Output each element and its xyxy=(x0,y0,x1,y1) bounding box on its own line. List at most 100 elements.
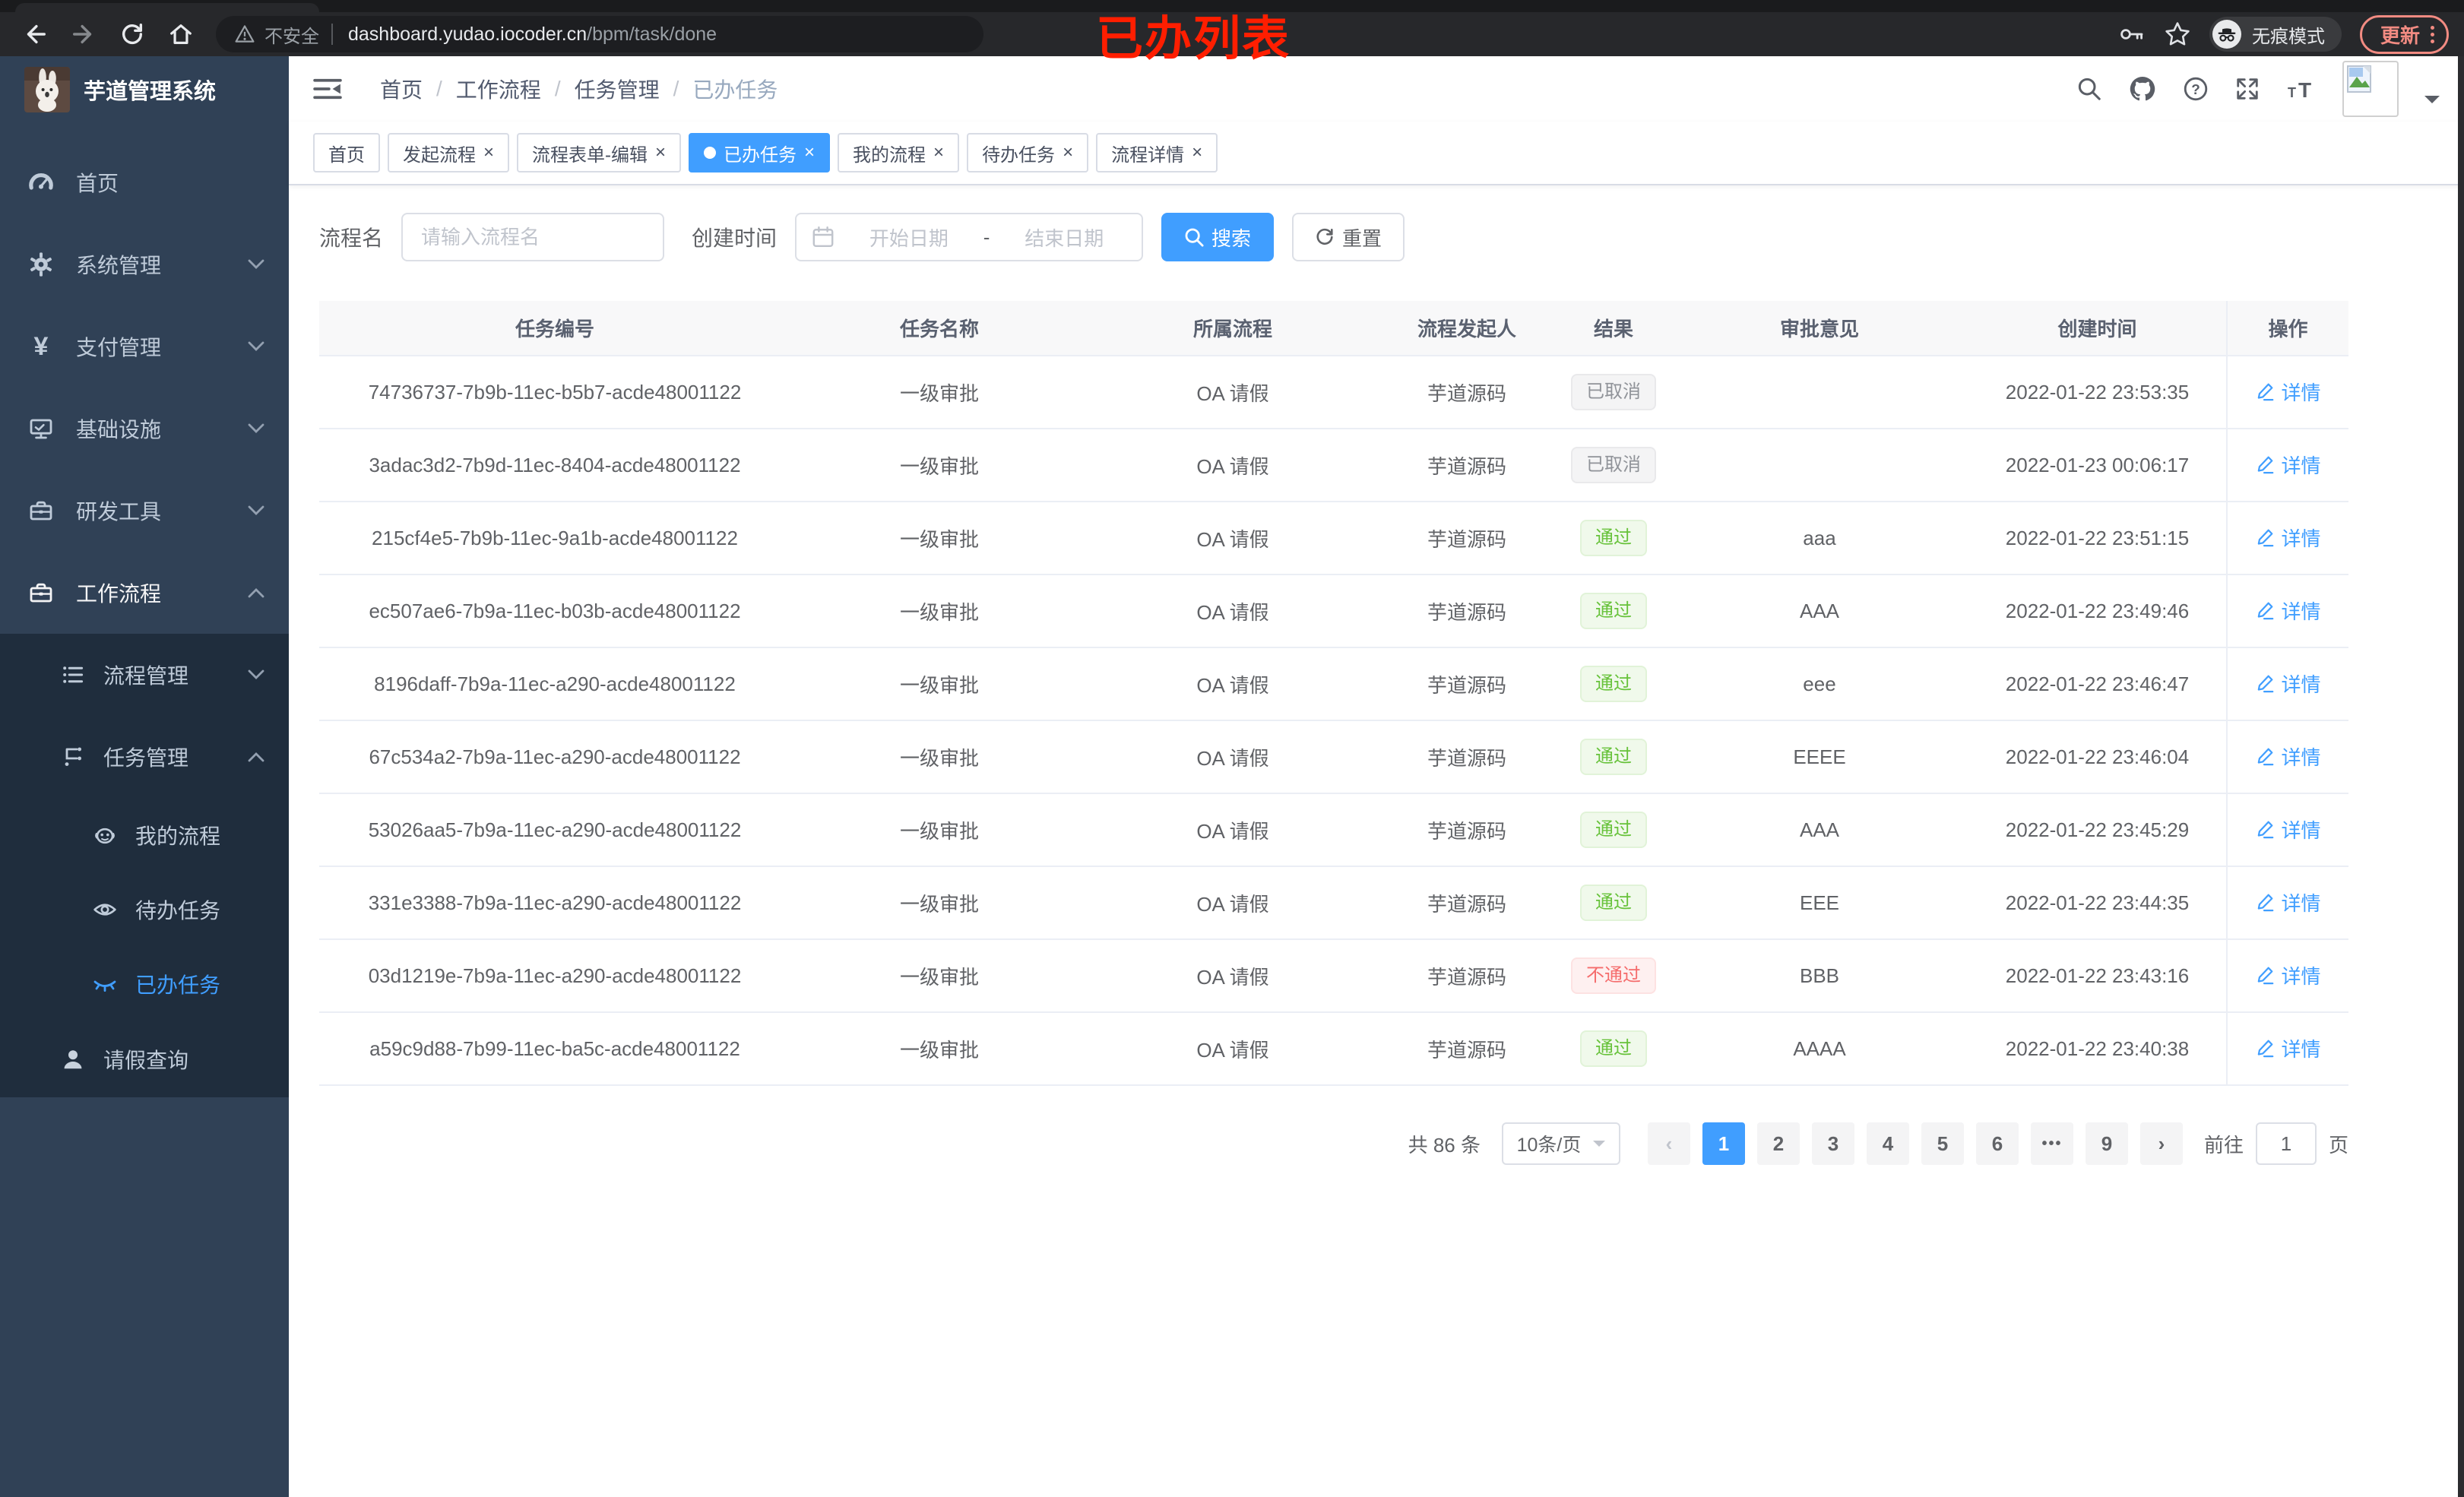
help-icon[interactable]: ? xyxy=(2183,76,2209,102)
detail-label: 详情 xyxy=(2281,818,2321,842)
tab-my-process[interactable]: 我的流程 × xyxy=(838,133,960,172)
detail-link[interactable]: 详情 xyxy=(2255,597,2321,625)
cell-task-name: 一级审批 xyxy=(790,939,1088,1013)
detail-link[interactable]: 详情 xyxy=(2255,815,2321,843)
user-menu-caret-icon[interactable] xyxy=(2424,96,2440,103)
browser-menu-icon[interactable] xyxy=(2431,25,2434,43)
search-icon[interactable] xyxy=(2076,76,2102,102)
detail-link[interactable]: 详情 xyxy=(2255,961,2321,989)
page-button-5[interactable]: 5 xyxy=(1921,1122,1964,1165)
breadcrumb-separator: / xyxy=(554,77,561,100)
yen-icon: ¥ xyxy=(33,332,49,361)
bookmark-star-icon[interactable] xyxy=(2164,21,2191,48)
breadcrumb-workflow[interactable]: 工作流程 xyxy=(456,74,541,104)
close-icon[interactable]: × xyxy=(655,144,666,162)
edit-icon xyxy=(2258,456,2274,474)
browser-forward-button[interactable] xyxy=(64,16,103,52)
fullscreen-icon[interactable] xyxy=(2234,76,2260,102)
toolbox-icon xyxy=(24,579,58,606)
close-icon[interactable]: × xyxy=(1192,144,1202,162)
page-button-3[interactable]: 3 xyxy=(1811,1122,1854,1165)
detail-link[interactable]: 详情 xyxy=(2255,524,2321,552)
avatar[interactable] xyxy=(2342,61,2399,117)
sidebar-item-task-mgmt[interactable]: 任务管理 xyxy=(0,716,289,798)
github-icon[interactable] xyxy=(2128,74,2157,103)
page-button-9[interactable]: 9 xyxy=(2085,1122,2128,1165)
detail-link[interactable]: 详情 xyxy=(2255,378,2321,406)
goto-page-input[interactable] xyxy=(2255,1122,2317,1165)
cell-process: OA 请假 xyxy=(1088,1012,1377,1086)
process-name-input[interactable] xyxy=(401,213,665,261)
sidebar-item-done-tasks[interactable]: 已办任务 xyxy=(0,947,289,1021)
browser-update-button[interactable]: 更新 xyxy=(2359,14,2449,54)
browser-back-button[interactable] xyxy=(15,16,55,52)
gear-icon xyxy=(24,251,58,278)
more-pages-button[interactable]: ••• xyxy=(2030,1122,2073,1165)
close-icon[interactable]: × xyxy=(933,144,944,162)
sidebar-item-todo-tasks[interactable]: 待办任务 xyxy=(0,872,289,947)
cell-task-id: 331e3388-7b9a-11ec-a290-acde48001122 xyxy=(319,866,790,940)
prev-page-button[interactable]: ‹ xyxy=(1647,1122,1690,1165)
cell-task-id: 74736737-7b9b-11ec-b5b7-acde48001122 xyxy=(319,356,790,429)
breadcrumb-home[interactable]: 首页 xyxy=(380,74,423,104)
detail-link[interactable]: 详情 xyxy=(2255,888,2321,916)
detail-link[interactable]: 详情 xyxy=(2255,451,2321,479)
cell-comment: AAA xyxy=(1671,574,1968,648)
tab-label: 我的流程 xyxy=(853,144,926,166)
sidebar-item-system[interactable]: 系统管理 xyxy=(0,223,289,305)
incognito-label: 无痕模式 xyxy=(2251,26,2325,47)
tab-process-form-edit[interactable]: 流程表单-编辑 × xyxy=(517,133,682,172)
date-range-picker[interactable]: 开始日期 - 结束日期 xyxy=(795,213,1144,261)
next-page-button[interactable]: › xyxy=(2139,1122,2183,1165)
browser-home-button[interactable] xyxy=(161,16,201,52)
col-starter: 流程发起人 xyxy=(1377,301,1557,356)
broken-image-icon xyxy=(2347,65,2371,93)
browser-tab[interactable] xyxy=(15,3,319,12)
sidebar-item-workflow[interactable]: 工作流程 xyxy=(0,552,289,634)
font-size-icon[interactable]: TT xyxy=(2286,76,2317,102)
sidebar-item-devtools[interactable]: 研发工具 xyxy=(0,470,289,552)
sidebar-item-payment[interactable]: ¥ 支付管理 xyxy=(0,305,289,388)
close-icon[interactable]: × xyxy=(483,144,494,162)
browser-reload-button[interactable] xyxy=(112,16,152,52)
date-separator: - xyxy=(983,225,990,248)
sidebar-item-label: 研发工具 xyxy=(76,500,162,524)
detail-link[interactable]: 详情 xyxy=(2255,1034,2321,1062)
close-icon[interactable]: × xyxy=(804,144,815,162)
page-size-select[interactable]: 10条/页 xyxy=(1501,1122,1620,1165)
workflow-submenu: 流程管理 任务管理 我的流程 待办任务 已办任务 请假查询 xyxy=(0,634,289,1097)
status-badge: 通过 xyxy=(1580,593,1647,629)
breadcrumb-task-mgmt[interactable]: 任务管理 xyxy=(575,74,660,104)
edit-icon xyxy=(2258,529,2274,547)
app-logo-row[interactable]: 芋道管理系统 xyxy=(0,56,289,123)
reset-button[interactable]: 重置 xyxy=(1292,213,1405,261)
cell-created: 2022-01-22 23:49:46 xyxy=(1968,574,2227,648)
detail-link[interactable]: 详情 xyxy=(2255,669,2321,698)
table-row: 03d1219e-7b9a-11ec-a290-acde48001122 一级审批… xyxy=(319,939,2348,1013)
sidebar-item-my-process[interactable]: 我的流程 xyxy=(0,798,289,872)
window-scrollbar[interactable] xyxy=(2458,56,2464,1497)
detail-link[interactable]: 详情 xyxy=(2255,742,2321,771)
tab-start-process[interactable]: 发起流程 × xyxy=(388,133,510,172)
sidebar-item-label: 工作流程 xyxy=(76,582,162,606)
page-button-2[interactable]: 2 xyxy=(1756,1122,1800,1165)
page-button-1[interactable]: 1 xyxy=(1702,1122,1745,1165)
edit-icon xyxy=(2258,894,2274,912)
tab-process-detail[interactable]: 流程详情 × xyxy=(1096,133,1218,172)
sidebar-collapse-icon[interactable] xyxy=(313,78,342,100)
tab-label: 发起流程 xyxy=(403,144,476,166)
close-icon[interactable]: × xyxy=(1063,144,1073,162)
sidebar-item-infra[interactable]: 基础设施 xyxy=(0,388,289,470)
tab-todo-tasks[interactable]: 待办任务 × xyxy=(967,133,1089,172)
page-button-6[interactable]: 6 xyxy=(1975,1122,2019,1165)
url-bar[interactable]: 不安全 dashboard.yudao.iocoder.cn/bpm/task/… xyxy=(216,16,983,52)
tab-done-tasks[interactable]: 已办任务 × xyxy=(689,133,831,172)
sidebar-item-leave-query[interactable]: 请假查询 xyxy=(0,1021,289,1097)
search-button[interactable]: 搜索 xyxy=(1161,213,1275,261)
tab-home[interactable]: 首页 xyxy=(313,133,380,172)
key-icon[interactable] xyxy=(2118,21,2146,48)
page-button-4[interactable]: 4 xyxy=(1866,1122,1909,1165)
sidebar-item-process-mgmt[interactable]: 流程管理 xyxy=(0,634,289,716)
search-label: 搜索 xyxy=(1211,226,1252,250)
sidebar-item-home[interactable]: 首页 xyxy=(0,141,289,223)
